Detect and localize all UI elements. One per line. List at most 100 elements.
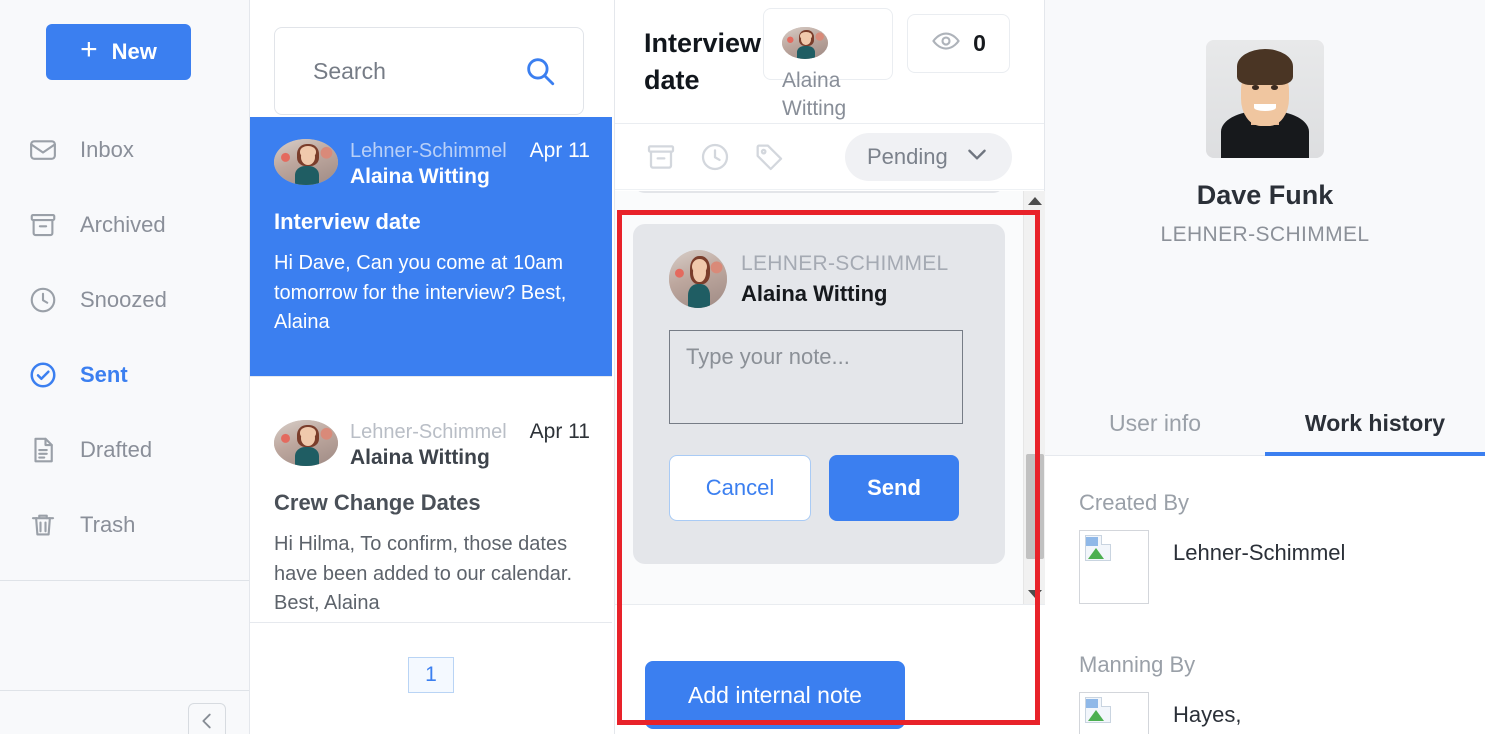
note-author-block: LEHNER-SCHIMMEL Alaina Witting bbox=[741, 250, 949, 307]
sidebar-item-label: Trash bbox=[80, 511, 136, 537]
send-button[interactable]: Send bbox=[829, 455, 959, 521]
message-list-panel: Search Lehner-Schimmel Apr 11 Alaina Wit… bbox=[250, 0, 615, 734]
sidebar-divider-top bbox=[0, 580, 249, 581]
field-row: Lehner-Schimmel bbox=[1079, 530, 1451, 604]
clock-icon[interactable] bbox=[697, 139, 733, 175]
avatar bbox=[669, 250, 727, 308]
profile-tabs: User info Work history bbox=[1045, 392, 1485, 456]
search-icon[interactable] bbox=[523, 54, 557, 88]
work-history-content: Created By Lehner-Schimmel Manning By Ha… bbox=[1045, 456, 1485, 734]
scroll-up-arrow[interactable] bbox=[1024, 191, 1045, 211]
sidebar-nav: Inbox Archived Snoozed Sent Drafted Tras… bbox=[0, 112, 249, 562]
field-value-manning-by: Hayes, bbox=[1173, 702, 1242, 727]
avatar bbox=[782, 27, 828, 59]
avatar bbox=[274, 139, 338, 185]
profile-panel: Dave Funk LEHNER-SCHIMMEL User info Work… bbox=[1045, 0, 1485, 734]
profile-name: Dave Funk bbox=[1196, 180, 1334, 210]
avatar bbox=[1206, 40, 1324, 158]
search-input[interactable]: Search bbox=[313, 58, 386, 85]
view-count: 0 bbox=[973, 30, 986, 56]
participant-name: Alaina Witting bbox=[782, 69, 847, 121]
message-company: Lehner-Schimmel bbox=[350, 140, 507, 162]
sidebar-item-label: Drafted bbox=[80, 436, 153, 462]
check-circle-icon bbox=[28, 360, 58, 390]
page-button-1[interactable]: 1 bbox=[408, 657, 454, 693]
sidebar-item-label: Snoozed bbox=[80, 286, 167, 312]
eye-icon bbox=[931, 26, 961, 61]
app-root: + New Inbox Archived Snoozed Sent Drafte… bbox=[0, 0, 1485, 734]
note-input[interactable] bbox=[669, 330, 963, 424]
chevron-down-icon bbox=[964, 141, 990, 172]
sidebar-collapse-button[interactable] bbox=[188, 703, 226, 734]
list-divider bbox=[250, 622, 612, 623]
sidebar-item-label: Inbox bbox=[80, 136, 134, 162]
profile-organization: LEHNER-SCHIMMEL bbox=[1160, 223, 1370, 246]
sidebar-item-drafted[interactable]: Drafted bbox=[0, 412, 249, 487]
note-company: LEHNER-SCHIMMEL bbox=[741, 252, 949, 275]
field-row: Hayes, bbox=[1079, 692, 1451, 734]
plus-icon: + bbox=[80, 33, 98, 66]
pagination: 1 bbox=[250, 657, 612, 693]
add-internal-note-button[interactable]: Add internal note bbox=[645, 661, 905, 729]
trash-icon bbox=[28, 510, 58, 540]
message-sender: Alaina Witting bbox=[350, 446, 490, 469]
thread-footer: Add internal note bbox=[615, 604, 1045, 734]
previous-note-card-partial bbox=[633, 191, 1005, 193]
tab-user-info[interactable]: User info bbox=[1045, 392, 1265, 455]
field-label-manning-by: Manning By bbox=[1079, 652, 1196, 677]
status-badge: Pending bbox=[867, 143, 948, 169]
message-names: Lehner-Schimmel Apr 11 Alaina Witting bbox=[350, 139, 590, 189]
note-author: Alaina Witting bbox=[741, 281, 888, 306]
scroll-down-arrow[interactable] bbox=[1024, 584, 1045, 604]
chevron-left-icon bbox=[196, 710, 218, 734]
clock-icon bbox=[28, 285, 58, 315]
list-divider bbox=[250, 376, 612, 377]
participant-chip[interactable]: Alaina Witting bbox=[763, 8, 893, 120]
list-item[interactable]: Lehner-Schimmel Apr 11 Alaina Witting In… bbox=[250, 117, 612, 376]
profile-summary: Dave Funk LEHNER-SCHIMMEL bbox=[1045, 0, 1485, 247]
message-sender: Alaina Witting bbox=[350, 165, 490, 188]
avatar bbox=[274, 420, 338, 466]
broken-image-icon bbox=[1079, 692, 1149, 734]
search-box[interactable]: Search bbox=[274, 27, 584, 115]
sidebar-item-trash[interactable]: Trash bbox=[0, 487, 249, 562]
note-actions: Cancel Send bbox=[669, 455, 969, 521]
field-label-created-by: Created By bbox=[1079, 490, 1190, 515]
sidebar-divider-bottom bbox=[0, 690, 249, 691]
message-subject: Interview date bbox=[274, 209, 421, 234]
thread-header: Interview date Alaina Witting 0 bbox=[615, 0, 1044, 124]
message-preview: Hi Hilma, To confirm, those dates have b… bbox=[274, 533, 573, 615]
sidebar-item-label: Sent bbox=[80, 361, 128, 387]
sidebar-item-archived[interactable]: Archived bbox=[0, 187, 249, 262]
new-button-label: New bbox=[111, 39, 157, 64]
message-preview: Hi Dave, Can you come at 10am tomorrow f… bbox=[274, 252, 567, 334]
view-count-box[interactable]: 0 bbox=[907, 14, 1010, 73]
message-date: Apr 11 bbox=[529, 420, 590, 443]
tag-icon[interactable] bbox=[751, 139, 787, 175]
thread-toolbar: Pending bbox=[615, 124, 1044, 190]
broken-image-icon bbox=[1079, 530, 1149, 604]
sidebar-item-snoozed[interactable]: Snoozed bbox=[0, 262, 249, 337]
message-date: Apr 11 bbox=[529, 139, 590, 162]
cancel-button[interactable]: Cancel bbox=[669, 455, 811, 521]
sidebar-item-label: Archived bbox=[80, 211, 166, 237]
status-dropdown[interactable]: Pending bbox=[845, 132, 1012, 181]
new-button[interactable]: + New bbox=[46, 24, 191, 80]
archive-icon bbox=[28, 210, 58, 240]
sidebar: + New Inbox Archived Snoozed Sent Drafte… bbox=[0, 0, 250, 734]
field-value-created-by: Lehner-Schimmel bbox=[1173, 540, 1346, 565]
document-icon bbox=[28, 435, 58, 465]
message-subject: Crew Change Dates bbox=[274, 490, 481, 515]
message-header: Lehner-Schimmel Apr 11 Alaina Witting bbox=[274, 139, 590, 189]
message-company: Lehner-Schimmel bbox=[350, 421, 507, 443]
sidebar-item-sent[interactable]: Sent bbox=[0, 337, 249, 412]
tab-work-history[interactable]: Work history bbox=[1265, 392, 1485, 456]
archive-icon[interactable] bbox=[643, 139, 679, 175]
message-names: Lehner-Schimmel Apr 11 Alaina Witting bbox=[350, 420, 590, 470]
thread-scrollbar[interactable] bbox=[1023, 191, 1045, 604]
thread-panel: Interview date Alaina Witting 0 Pending … bbox=[615, 0, 1045, 734]
scroll-thumb[interactable] bbox=[1026, 454, 1044, 559]
list-item[interactable]: Lehner-Schimmel Apr 11 Alaina Witting Cr… bbox=[250, 398, 612, 622]
sidebar-item-inbox[interactable]: Inbox bbox=[0, 112, 249, 187]
note-composer-header: LEHNER-SCHIMMEL Alaina Witting bbox=[669, 250, 969, 308]
